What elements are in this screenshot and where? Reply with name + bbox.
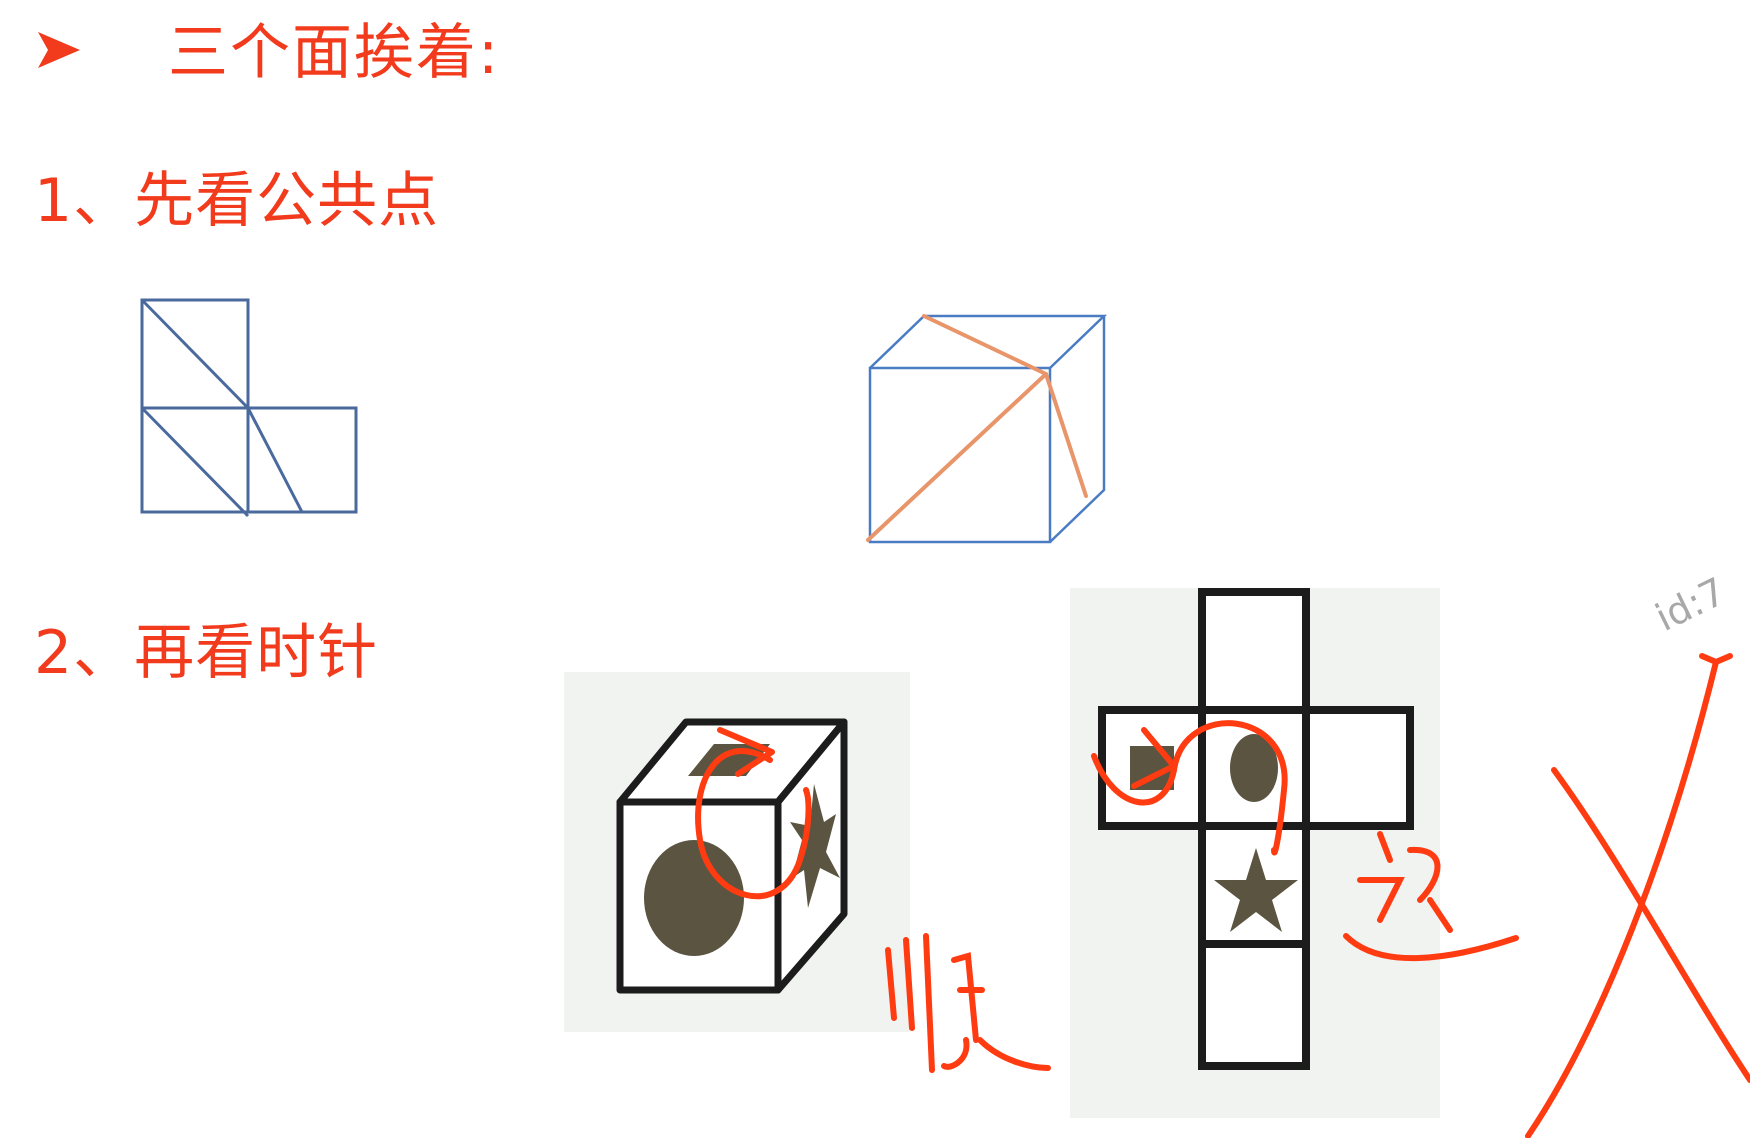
arrowhead-bullet-icon: [38, 32, 80, 68]
watermark: id:7: [1648, 569, 1733, 640]
cube-common-vertex-diagram: [866, 314, 1108, 544]
clockwise-arrow-annotation: [695, 727, 812, 900]
step-1-title: 1、先看公共点: [34, 166, 440, 236]
counterclockwise-arrow-annotation: [1091, 720, 1288, 856]
step-2-title: 2、再看时针: [34, 618, 379, 688]
slide-heading: 三个面挨着:: [168, 18, 501, 88]
counter-char-annotation: [1343, 831, 1519, 961]
cross-out-annotation: [1525, 653, 1750, 1138]
clockwise-char-annotation: [885, 933, 1051, 1073]
cube-net-diagram: [140, 298, 358, 518]
